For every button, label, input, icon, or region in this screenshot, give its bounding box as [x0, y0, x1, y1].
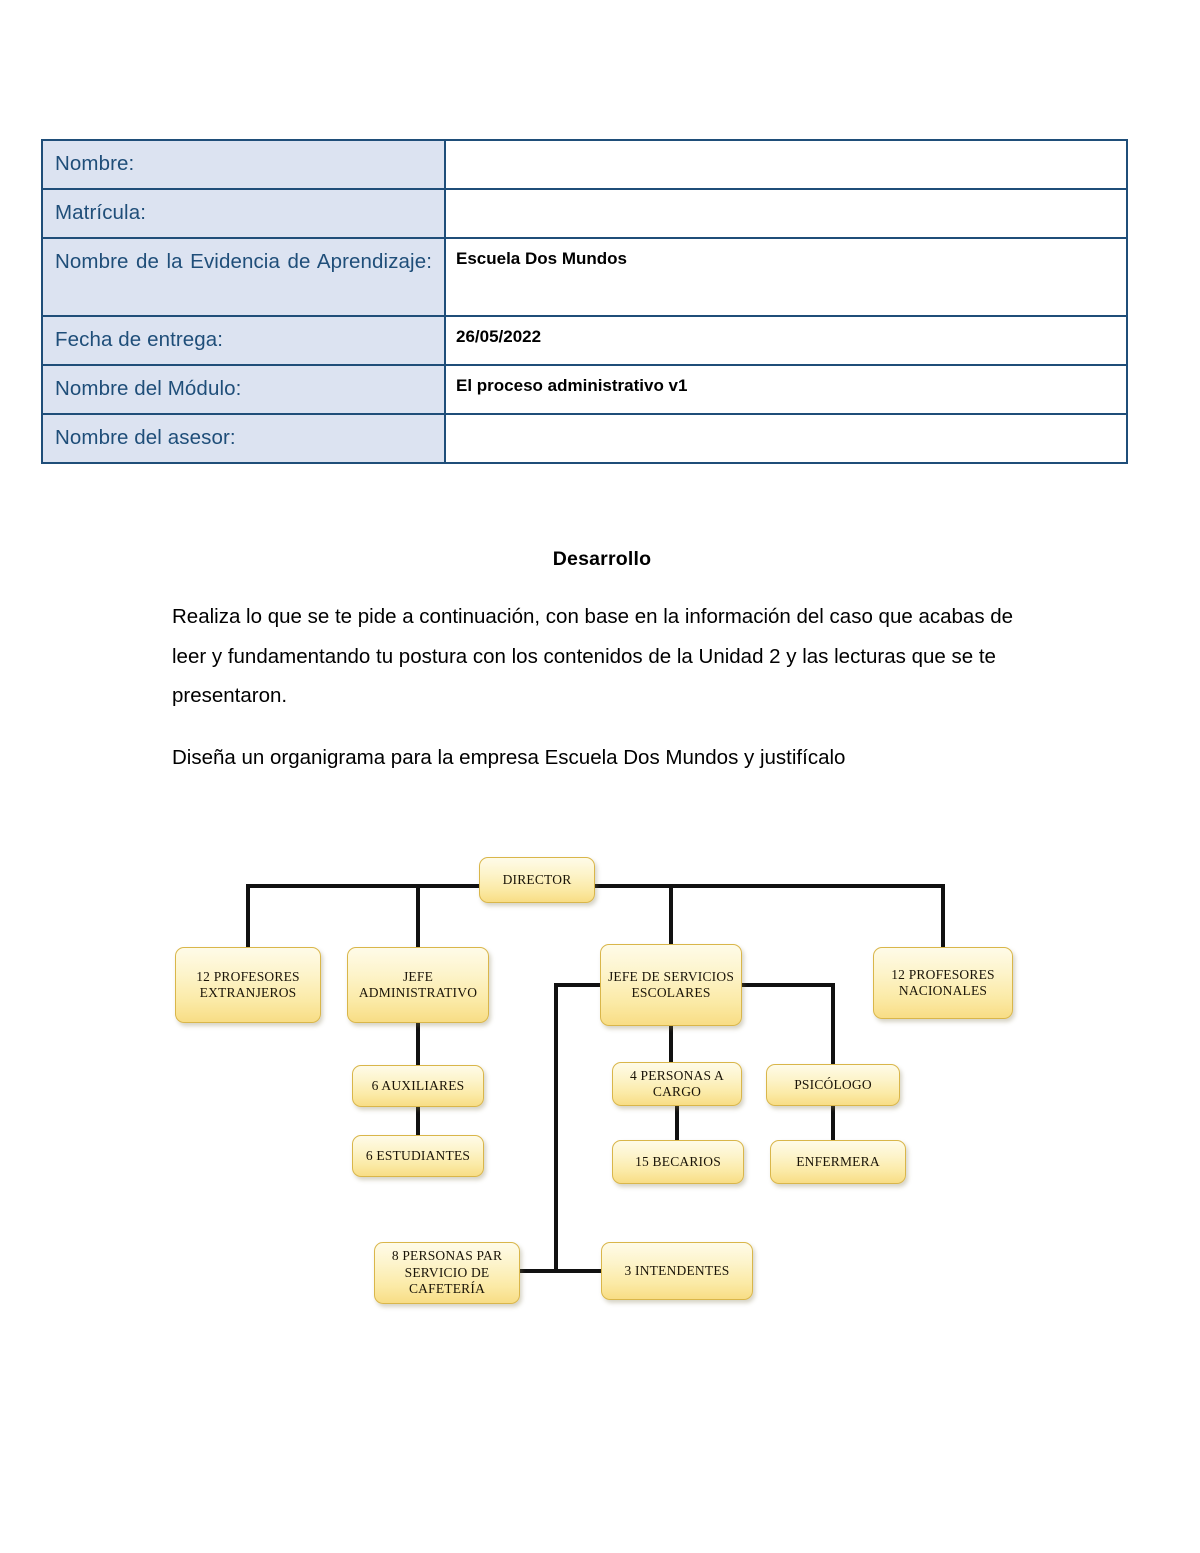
info-label-fecha: Fecha de entrega: — [41, 315, 446, 367]
org-node-enfermera[interactable]: ENFERMERA — [770, 1140, 906, 1184]
organigrama: DIRECTOR 12 PROFESORES EXTRANJEROS JEFE … — [0, 836, 1200, 1356]
org-node-cafeteria[interactable]: 8 PERSONAS PAR SERVICIO DE CAFETERÍA — [374, 1242, 520, 1304]
edge-director-jefe-administrativo — [416, 884, 479, 947]
org-node-label: 12 PROFESORES NACIONALES — [891, 966, 995, 998]
info-value-fecha[interactable]: 26/05/2022 — [444, 315, 1128, 367]
task-paragraph: Diseña un organigrama para la empresa Es… — [172, 745, 846, 769]
table-row: Nombre del Módulo: El proceso administra… — [41, 364, 1128, 416]
org-node-auxiliares[interactable]: 6 AUXILIARES — [352, 1065, 484, 1107]
org-node-intendentes[interactable]: 3 INTENDENTES — [601, 1242, 753, 1300]
org-node-jefe-administrativo[interactable]: JEFE ADMINISTRATIVO — [347, 947, 489, 1023]
org-node-label: 15 BECARIOS — [635, 1153, 721, 1169]
edge-jefe-servicios-bottom-trunk — [554, 983, 600, 1271]
info-value-nombre[interactable] — [444, 138, 1128, 191]
section-heading-desarrollo: Desarrollo — [552, 548, 652, 570]
info-label-asesor: Nombre del asesor: — [41, 413, 446, 465]
org-node-label: 4 PERSONAS A CARGO — [630, 1067, 724, 1099]
info-value-asesor[interactable] — [444, 413, 1128, 465]
info-value-modulo[interactable]: El proceso administrativo v1 — [444, 364, 1128, 416]
org-node-director[interactable]: DIRECTOR — [479, 857, 595, 903]
info-value-matricula[interactable] — [444, 188, 1128, 240]
org-node-label: 12 PROFESORES EXTRANJEROS — [196, 968, 300, 1000]
org-node-becarios[interactable]: 15 BECARIOS — [612, 1140, 744, 1184]
info-value-evidencia[interactable]: Escuela Dos Mundos — [444, 237, 1128, 318]
info-label-evidencia: Nombre de la Evidencia de Aprendizaje: — [41, 237, 446, 318]
org-node-label: 3 INTENDENTES — [624, 1262, 730, 1278]
org-node-label: JEFE ADMINISTRATIVO — [358, 968, 478, 1000]
org-node-profesores-extranjeros[interactable]: 12 PROFESORES EXTRANJEROS — [175, 947, 321, 1023]
table-row: Fecha de entrega: 26/05/2022 — [41, 315, 1128, 367]
table-row: Nombre de la Evidencia de Aprendizaje: E… — [41, 237, 1128, 318]
org-node-label: 6 ESTUDIANTES — [365, 1147, 471, 1163]
org-node-personas-a-cargo[interactable]: 4 PERSONAS A CARGO — [612, 1062, 742, 1106]
org-node-jefe-servicios-escolares[interactable]: JEFE DE SERVICIOS ESCOLARES — [600, 944, 742, 1026]
info-table-body: Nombre: Matrícula: Nombre de la Evidenci… — [41, 138, 1128, 465]
info-label-nombre: Nombre: — [41, 138, 446, 191]
org-node-label: ENFERMERA — [796, 1153, 880, 1169]
org-node-label: 6 AUXILIARES — [371, 1077, 465, 1093]
org-node-profesores-nacionales[interactable]: 12 PROFESORES NACIONALES — [873, 947, 1013, 1019]
org-node-label: DIRECTOR — [502, 871, 572, 887]
org-node-label: JEFE DE SERVICIOS ESCOLARES — [607, 968, 735, 1000]
info-label-matricula: Matrícula: — [41, 188, 446, 240]
org-node-psicologo[interactable]: PSICÓLOGO — [766, 1064, 900, 1106]
org-connectors — [246, 884, 945, 1273]
org-node-estudiantes[interactable]: 6 ESTUDIANTES — [352, 1135, 484, 1177]
info-label-modulo: Nombre del Módulo: — [41, 364, 446, 416]
student-info-table: Nombre: Matrícula: Nombre de la Evidenci… — [41, 138, 1128, 465]
org-node-label: 8 PERSONAS PAR SERVICIO DE CAFETERÍA — [391, 1248, 503, 1297]
org-node-label: PSICÓLOGO — [794, 1076, 872, 1092]
table-row: Nombre: — [41, 138, 1128, 191]
table-row: Nombre del asesor: — [41, 413, 1128, 465]
edge-director-profesores-extranjeros — [246, 884, 479, 947]
table-row: Matrícula: — [41, 188, 1128, 240]
instruction-paragraph: Realiza lo que se te pide a continuación… — [172, 605, 1014, 708]
edge-director-profesores-nacionales — [595, 884, 945, 947]
edge-director-jefe-servicios — [595, 884, 673, 944]
edge-jefe-servicios-psicologo — [742, 983, 835, 1064]
body-text: Desarrollo Realiza lo que se te pide a c… — [172, 548, 1032, 777]
